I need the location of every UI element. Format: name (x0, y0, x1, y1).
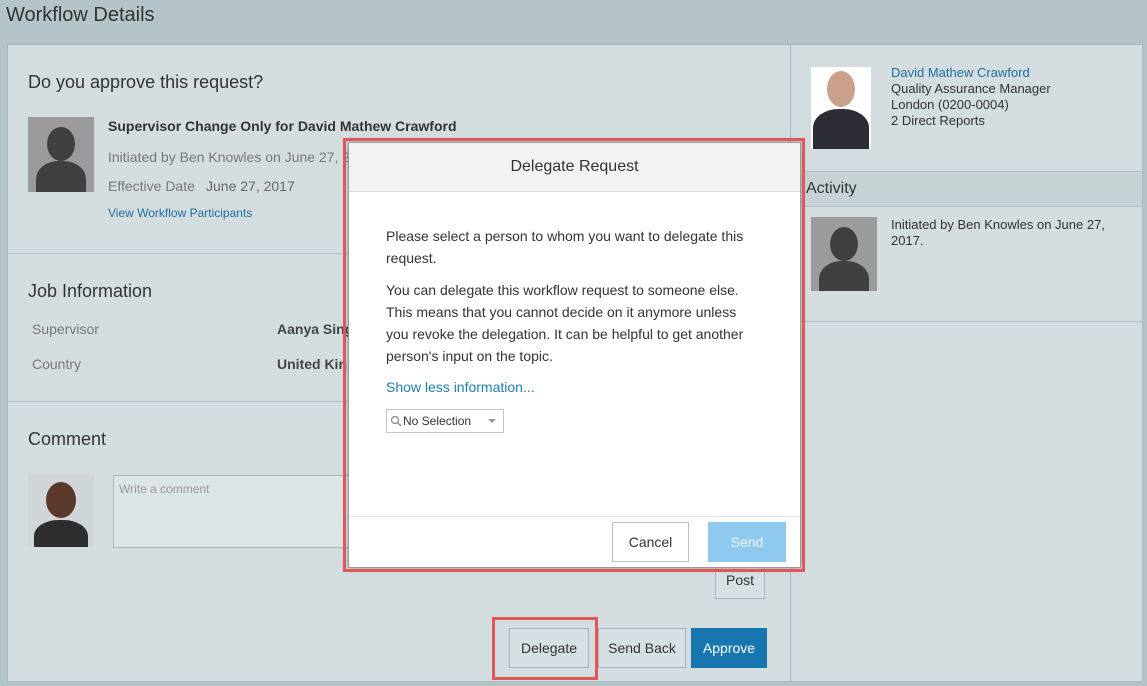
person-activity-panel: David Mathew Crawford Quality Assurance … (790, 44, 1143, 682)
send-back-button[interactable]: Send Back (598, 628, 686, 668)
activity-entry-line1: Initiated by Ben Knowles on June 27, (891, 217, 1105, 232)
cancel-button[interactable]: Cancel (612, 522, 689, 562)
delegate-request-dialog: Delegate Request Please select a person … (348, 142, 801, 568)
page-title: Workflow Details (6, 4, 155, 26)
person-name-link[interactable]: David Mathew Crawford (891, 65, 1030, 80)
view-participants-link[interactable]: View Workflow Participants (108, 206, 252, 220)
country-value: United Kin (277, 356, 347, 372)
supervisor-value: Aanya Sing (277, 321, 354, 337)
effective-date-label: Effective Date (108, 178, 195, 194)
person-role: Quality Assurance Manager (891, 81, 1051, 96)
dialog-title: Delegate Request (349, 143, 800, 192)
initiator-avatar (28, 117, 94, 192)
dialog-description: You can delegate this workflow request t… (386, 282, 744, 364)
commenter-avatar (28, 474, 94, 547)
country-label: Country (32, 356, 82, 372)
person-photo (811, 67, 871, 149)
person-location: London (0200-0004) (891, 97, 1009, 112)
activity-header: Activity (791, 171, 1142, 207)
activity-heading: Activity (806, 180, 857, 197)
dialog-instruction: Please select a person to whom you want … (386, 228, 744, 266)
job-information-heading: Job Information (28, 281, 153, 301)
select-value: No Selection (403, 414, 472, 428)
activity-divider (791, 321, 1142, 322)
comment-heading: Comment (28, 429, 107, 449)
search-icon (390, 415, 402, 427)
person-select-dropdown[interactable]: No Selection (386, 409, 504, 433)
send-button[interactable]: Send (708, 522, 786, 562)
activity-avatar (811, 217, 877, 291)
show-less-link[interactable]: Show less information... (386, 379, 535, 395)
supervisor-label: Supervisor (32, 321, 99, 337)
person-direct-reports: 2 Direct Reports (891, 113, 985, 128)
request-title: Supervisor Change Only for David Mathew … (108, 118, 457, 134)
approval-question: Do you approve this request? (28, 72, 264, 92)
effective-date-value: June 27, 2017 (206, 178, 295, 194)
initiated-by-text: Initiated by Ben Knowles on June 27, 2 (108, 149, 351, 165)
approve-button[interactable]: Approve (691, 628, 767, 668)
dialog-footer: Cancel Send (349, 516, 800, 567)
activity-entry-line2: 2017. (891, 233, 924, 248)
chevron-down-icon (488, 419, 496, 423)
delegate-button[interactable]: Delegate (509, 628, 589, 668)
